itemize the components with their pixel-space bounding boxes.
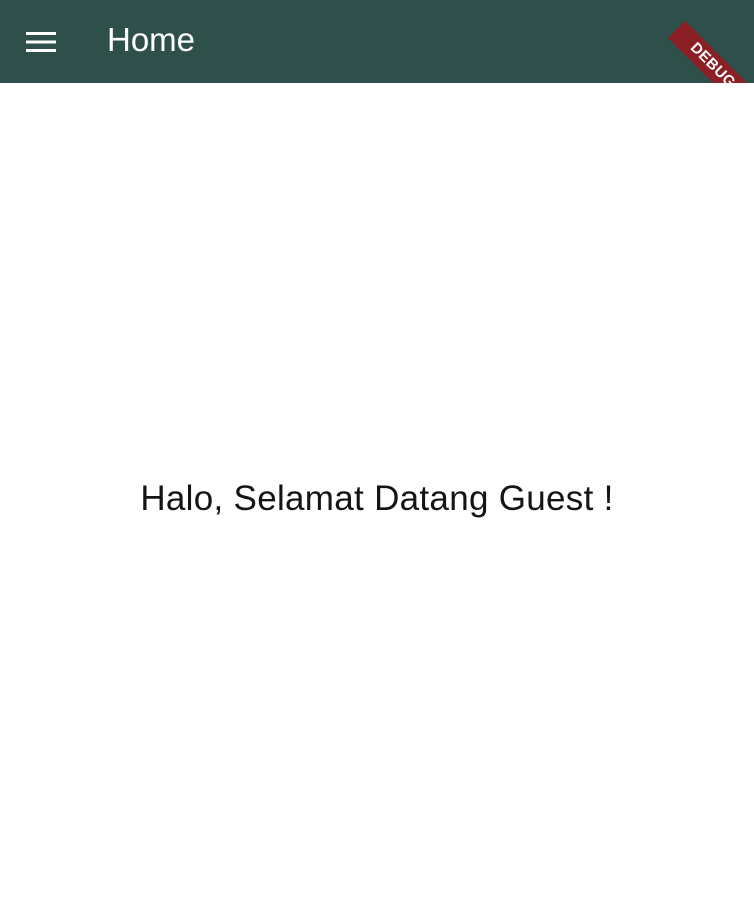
main-content: Halo, Selamat Datang Guest ! <box>0 83 754 911</box>
page-title: Home <box>107 21 196 58</box>
menu-button[interactable] <box>13 14 69 70</box>
hamburger-menu-icon <box>26 32 56 52</box>
welcome-message: Halo, Selamat Datang Guest ! <box>140 479 614 518</box>
app-bar: Home <box>0 0 754 83</box>
